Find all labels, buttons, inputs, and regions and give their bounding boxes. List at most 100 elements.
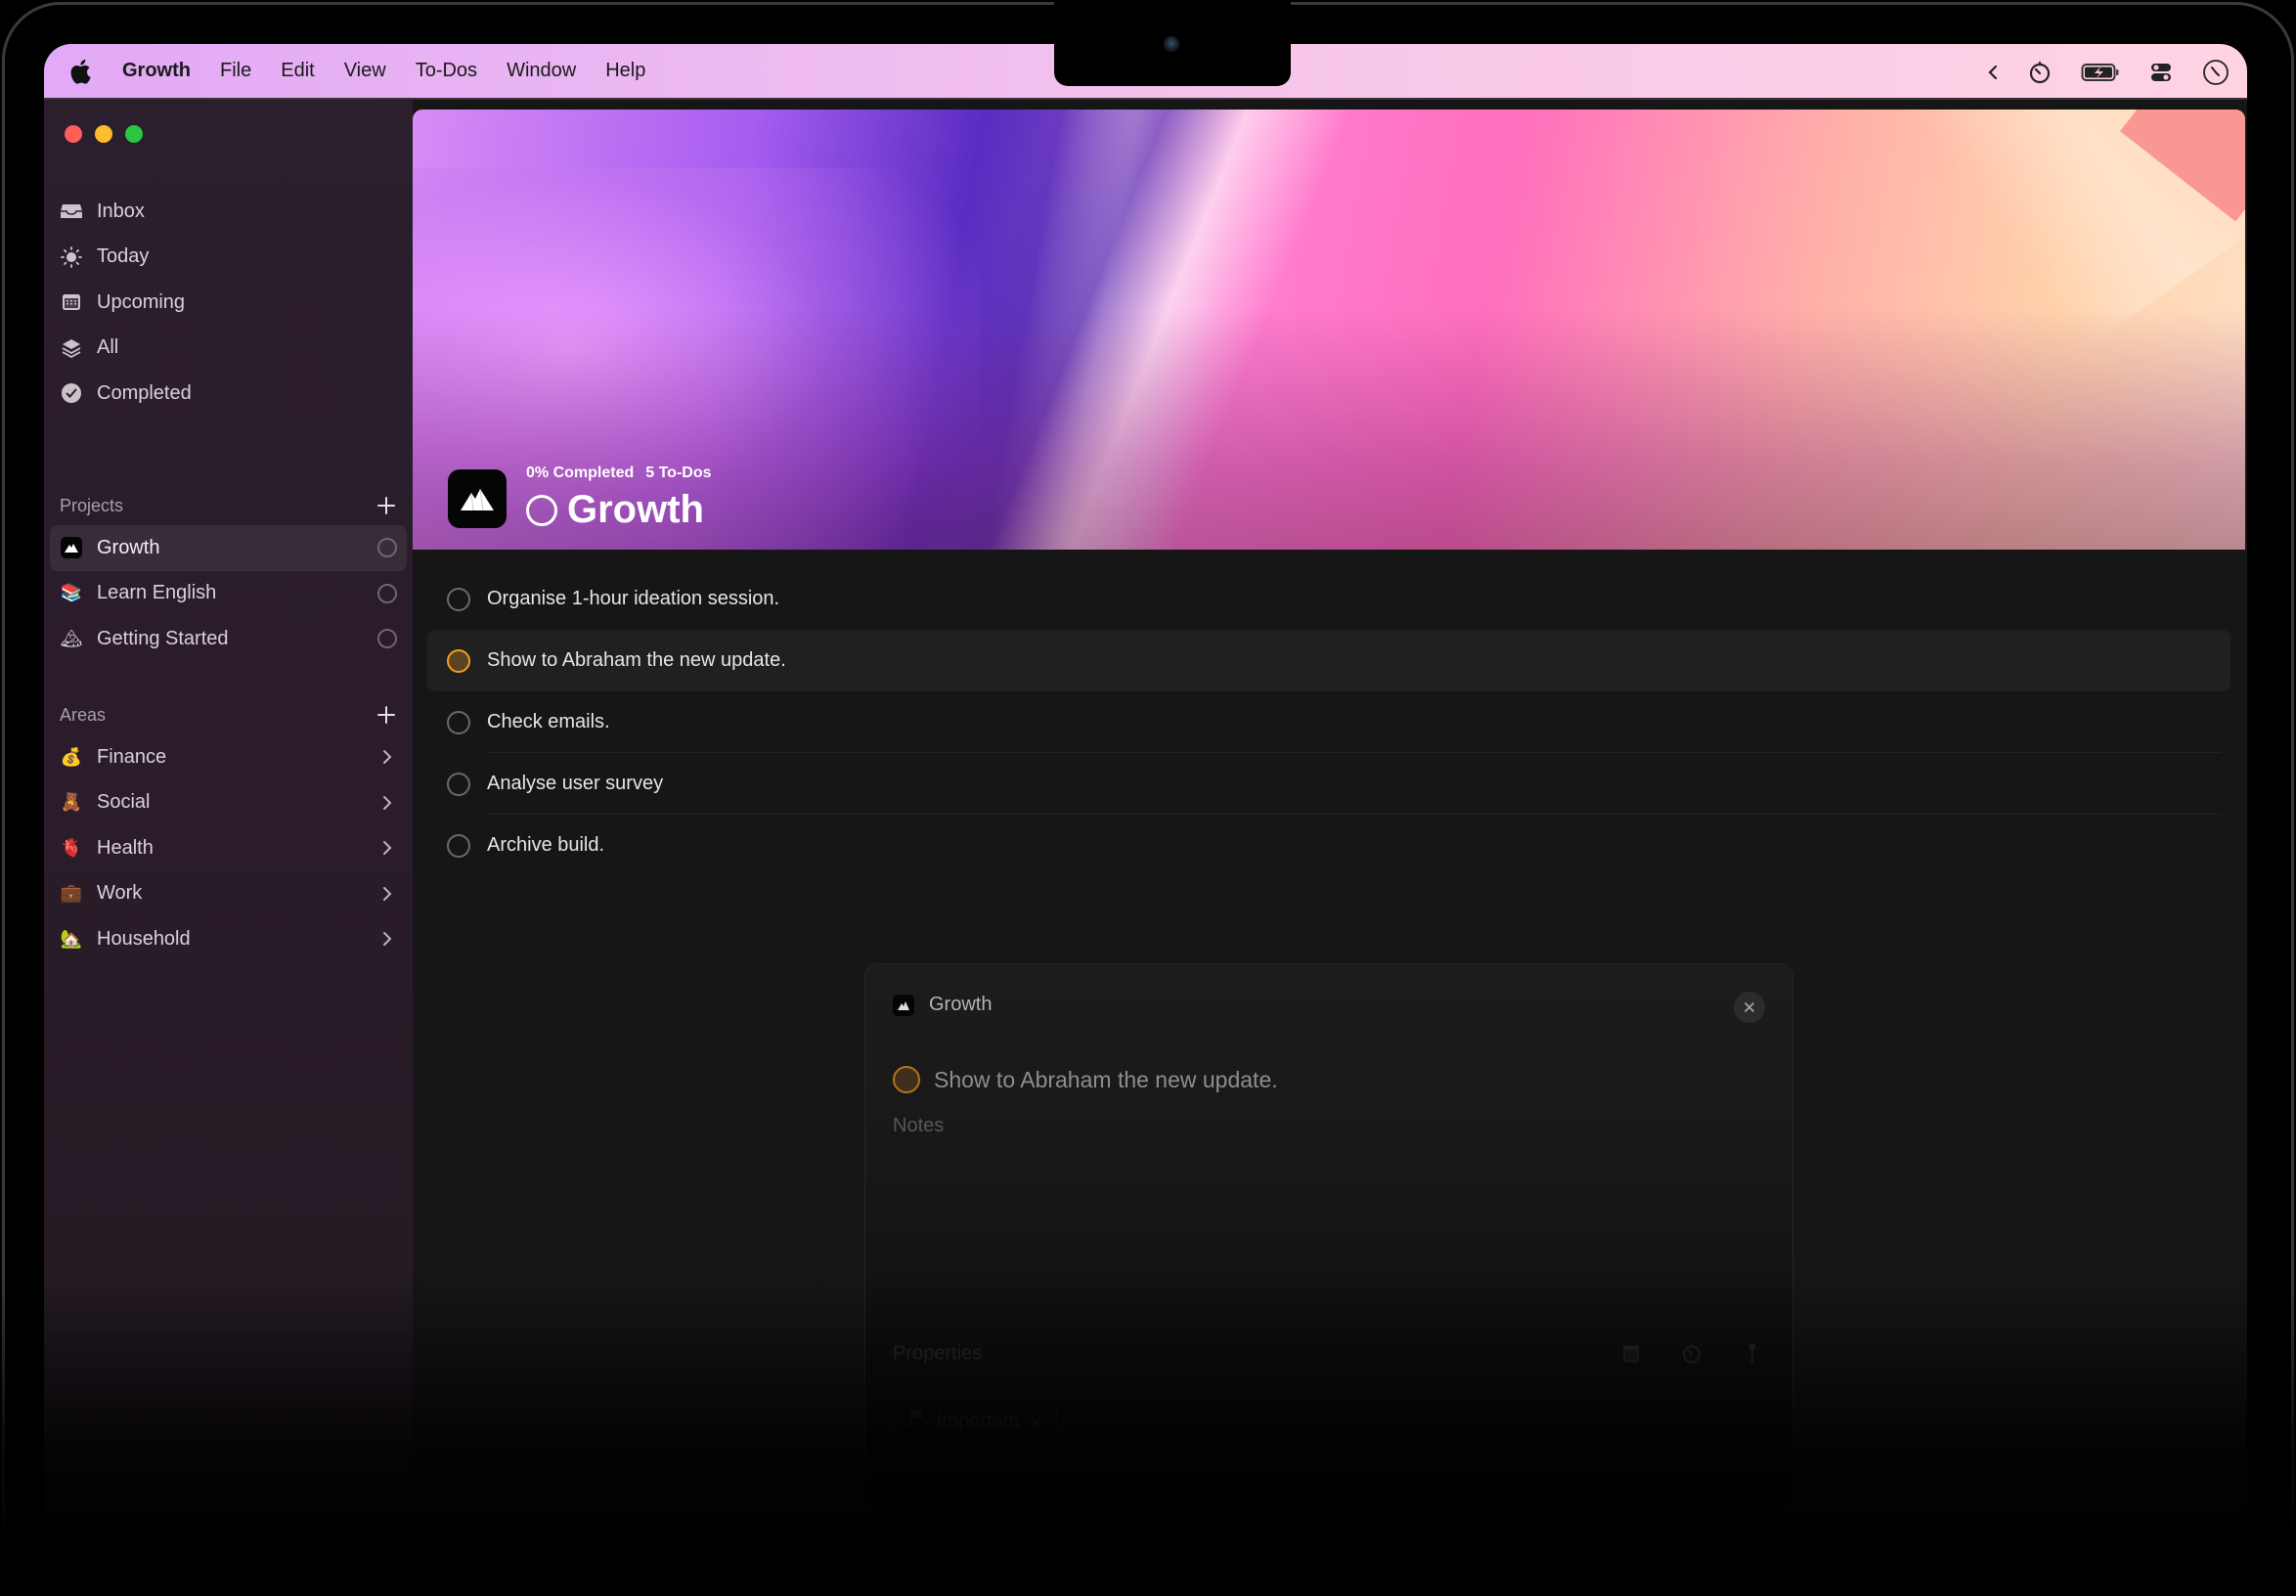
todo-item[interactable]: Analyse user survey: [427, 753, 2230, 815]
sun-icon: [60, 245, 83, 269]
todo-title: Archive build.: [487, 834, 605, 856]
sidebar-project-label: Growth: [97, 536, 160, 558]
sidebar-project-label: Learn English: [97, 582, 217, 604]
checkmark-circle-icon: [60, 381, 83, 405]
detail-task-title[interactable]: Show to Abraham the new update.: [934, 1067, 1278, 1093]
calendar-icon: [60, 290, 83, 314]
mountain-emoji-icon: 🏔: [60, 628, 83, 648]
battery-charging-icon[interactable]: [2081, 44, 2120, 100]
todo-checkbox[interactable]: [447, 587, 470, 611]
sidebar-area-label: Social: [97, 791, 151, 814]
todo-item[interactable]: Check emails.: [427, 691, 2230, 753]
sidebar-item-today[interactable]: Today: [44, 235, 413, 281]
sidebar-area-social[interactable]: 🧸 Social: [50, 780, 407, 826]
project-progress-ring: [377, 629, 397, 649]
maximize-window-button[interactable]: [125, 125, 143, 143]
project-title-row: Growth: [526, 488, 712, 532]
project-stats: 0% Completed 5 To-Dos: [526, 465, 712, 486]
todo-item-selected[interactable]: Show to Abraham the new update.: [427, 630, 2230, 691]
menu-app-name[interactable]: Growth: [122, 44, 191, 99]
projects-header-label: Projects: [60, 495, 124, 515]
menu-window[interactable]: Window: [507, 44, 576, 99]
menu-edit[interactable]: Edit: [281, 44, 314, 99]
todo-item[interactable]: Organise 1-hour ideation session.: [427, 568, 2230, 630]
sidebar-item-inbox[interactable]: Inbox: [44, 189, 413, 235]
projects-header: Projects: [60, 491, 397, 520]
project-logo[interactable]: [448, 468, 507, 528]
todo-checkbox[interactable]: [447, 648, 470, 673]
pin-icon[interactable]: [1742, 1342, 1763, 1365]
sidebar-project-growth[interactable]: Growth: [50, 525, 407, 571]
chevron-right-icon[interactable]: [379, 793, 395, 813]
sidebar-area-label: Health: [97, 836, 154, 859]
timer-icon[interactable]: [2028, 44, 2052, 100]
add-area-button[interactable]: [375, 704, 397, 726]
sidebar-project-getting-started[interactable]: 🏔 Getting Started: [50, 616, 407, 662]
sidebar-project-label: Getting Started: [97, 627, 229, 649]
sidebar-area-household[interactable]: 🏡 Household: [50, 916, 407, 962]
timer-icon[interactable]: [1681, 1342, 1702, 1365]
project-title[interactable]: Growth: [567, 488, 704, 532]
chevron-right-icon[interactable]: [379, 929, 395, 949]
menu-help[interactable]: Help: [605, 44, 645, 99]
todo-title: Organise 1-hour ideation session.: [487, 588, 780, 609]
sidebar-area-work[interactable]: 💼 Work: [50, 871, 407, 917]
inbox-icon: [60, 200, 83, 223]
mountain-icon: [893, 994, 914, 1016]
sidebar-area-finance[interactable]: 💰 Finance: [50, 734, 407, 780]
money-bag-icon: 💰: [60, 746, 83, 767]
apple-logo-icon[interactable]: [66, 57, 95, 86]
menu-file[interactable]: File: [220, 44, 251, 99]
notch: [1054, 0, 1291, 86]
menu-view[interactable]: View: [344, 44, 386, 99]
menu-todos[interactable]: To-Dos: [416, 44, 477, 99]
project-progress-ring[interactable]: [526, 494, 557, 526]
teddy-bear-icon: 🧸: [60, 792, 83, 813]
chevron-right-icon[interactable]: [379, 747, 395, 767]
project-progress-ring: [377, 583, 397, 603]
detail-task-checkbox[interactable]: [893, 1066, 920, 1093]
minimize-window-button[interactable]: [95, 125, 112, 143]
layers-icon: [60, 336, 83, 360]
areas-header-label: Areas: [60, 704, 107, 725]
todo-checkbox[interactable]: [447, 772, 470, 796]
sidebar-item-upcoming[interactable]: Upcoming: [44, 280, 413, 326]
chevron-left-icon[interactable]: [1987, 44, 1999, 100]
chevron-right-icon[interactable]: [379, 884, 395, 904]
sidebar-area-health[interactable]: 🫀 Health: [50, 825, 407, 871]
project-meta: 0% Completed 5 To-Dos Growth: [526, 465, 712, 532]
laptop-frame: Growth File Edit View To-Dos Window Help: [0, 0, 2296, 1596]
add-project-button[interactable]: [375, 495, 397, 516]
books-icon: 📚: [60, 583, 83, 603]
project-header: 0% Completed 5 To-Dos Growth: [448, 465, 712, 532]
sidebar-item-label: All: [97, 336, 119, 359]
detail-project: Growth: [893, 994, 992, 1016]
detail-task: Show to Abraham the new update.: [893, 1066, 1278, 1093]
close-detail-button[interactable]: [1734, 992, 1765, 1023]
properties-tools: [1620, 1342, 1763, 1365]
project-banner: 0% Completed 5 To-Dos Growth: [413, 110, 2245, 550]
todo-checkbox[interactable]: [447, 710, 470, 734]
house-icon: 🏡: [60, 928, 83, 949]
calendar-icon[interactable]: [1620, 1342, 1642, 1365]
todo-count: 5 To-Dos: [645, 465, 712, 481]
status-area: [1987, 44, 2230, 100]
remove-tag-icon[interactable]: [1031, 1410, 1040, 1433]
sidebar-item-all[interactable]: All: [44, 326, 413, 372]
todo-item[interactable]: Archive build.: [427, 815, 2230, 876]
areas-list: 💰 Finance 🧸 Social 🫀 Health 💼 Work 🏡 Hou…: [44, 734, 413, 962]
mountain-icon: [60, 536, 83, 559]
sidebar-project-learn-english[interactable]: 📚 Learn English: [50, 571, 407, 617]
clock-icon[interactable]: [2202, 44, 2230, 100]
control-center-icon[interactable]: [2149, 44, 2173, 100]
briefcase-icon: 💼: [60, 883, 83, 904]
close-window-button[interactable]: [65, 125, 82, 143]
projects-list: Growth 📚 Learn English 🏔 Getting Started: [44, 525, 413, 662]
notes-field[interactable]: Notes: [893, 1115, 944, 1137]
detail-project-name[interactable]: Growth: [929, 994, 992, 1016]
chevron-right-icon[interactable]: [379, 838, 395, 858]
sidebar-item-label: Upcoming: [97, 290, 186, 313]
tag-important[interactable]: Important: [893, 1399, 1058, 1442]
todo-checkbox[interactable]: [447, 833, 470, 858]
sidebar-item-completed[interactable]: Completed: [44, 371, 413, 417]
